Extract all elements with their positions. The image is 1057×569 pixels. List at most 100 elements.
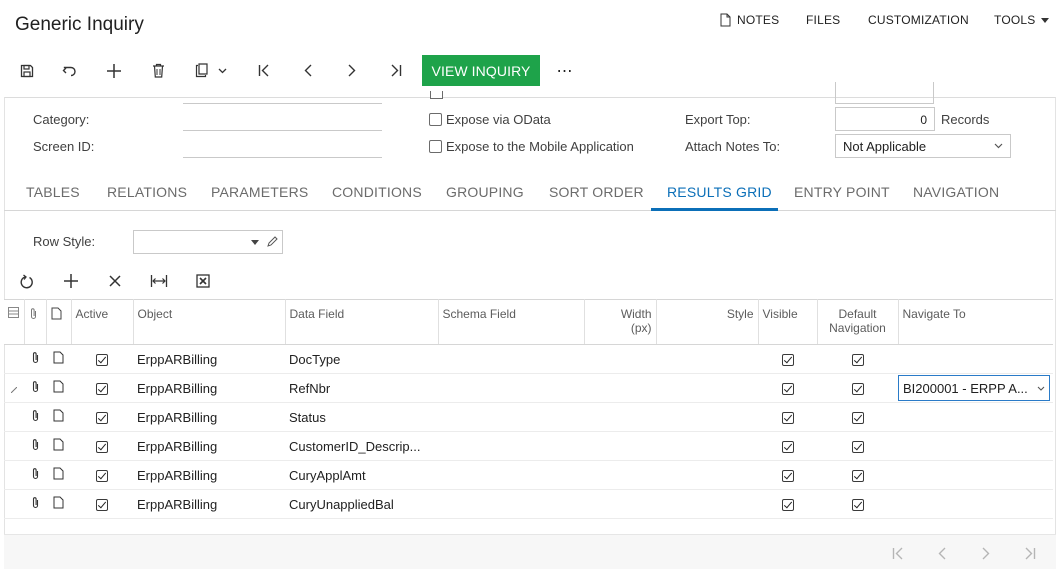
default-navigation-cell[interactable] <box>817 373 898 403</box>
active-cell[interactable] <box>71 431 133 461</box>
active-cell[interactable] <box>71 344 133 374</box>
data-field-cell[interactable]: Status <box>285 402 438 432</box>
style-cell[interactable] <box>656 460 758 490</box>
visible-checkbox[interactable] <box>781 441 794 454</box>
data-field-cell[interactable]: CustomerID_Descrip... <box>285 431 438 461</box>
expose-odata-checkbox[interactable]: Expose via OData <box>429 112 551 127</box>
visible-cell[interactable] <box>758 373 817 403</box>
customization-button[interactable]: CUSTOMIZATION <box>868 13 969 27</box>
navigate-to-cell[interactable] <box>898 402 1053 432</box>
active-cell[interactable] <box>71 489 133 519</box>
row-note[interactable] <box>46 460 71 490</box>
active-checkbox[interactable] <box>96 441 108 454</box>
visible-checkbox[interactable] <box>781 412 794 425</box>
default-navigation-header[interactable]: Default Navigation <box>817 299 899 345</box>
tab-grouping[interactable]: GROUPING <box>446 184 524 200</box>
row-attachment[interactable] <box>24 489 46 519</box>
table-row[interactable]: ErppARBilling DocType <box>4 344 1053 374</box>
tab-relations[interactable]: RELATIONS <box>107 184 187 200</box>
table-row[interactable]: ErppARBilling CuryUnappliedBal <box>4 489 1053 519</box>
fit-columns-button[interactable] <box>147 268 171 294</box>
object-header[interactable]: Object <box>133 299 286 345</box>
delete-button[interactable] <box>145 55 171 86</box>
table-row[interactable]: ErppARBilling RefNbr BI200001 - ERPP A... <box>4 373 1053 403</box>
row-selector[interactable] <box>4 402 24 432</box>
default-navigation-cell[interactable] <box>817 460 898 490</box>
last-record-button[interactable] <box>383 55 409 86</box>
active-header[interactable]: Active <box>71 299 134 345</box>
default-navigation-cell[interactable] <box>817 402 898 432</box>
row-note[interactable] <box>46 431 71 461</box>
schema-field-cell[interactable] <box>438 460 584 490</box>
notes-header[interactable] <box>46 299 72 345</box>
data-field-header[interactable]: Data Field <box>285 299 439 345</box>
export-excel-button[interactable] <box>191 268 215 294</box>
table-row[interactable]: ErppARBilling CuryApplAmt <box>4 460 1053 490</box>
row-note[interactable] <box>46 402 71 432</box>
default-navigation-checkbox[interactable] <box>851 412 864 425</box>
save-button[interactable] <box>14 55 40 86</box>
navigate-to-cell[interactable] <box>898 489 1053 519</box>
active-checkbox[interactable] <box>96 412 108 425</box>
visible-cell[interactable] <box>758 402 817 432</box>
tab-sort-order[interactable]: SORT ORDER <box>549 184 644 200</box>
visible-checkbox[interactable] <box>781 383 794 396</box>
style-cell[interactable] <box>656 402 758 432</box>
pager-previous-button[interactable] <box>932 544 952 562</box>
row-selector[interactable] <box>4 373 24 403</box>
pager-first-button[interactable] <box>888 544 908 562</box>
row-note[interactable] <box>46 489 71 519</box>
visible-checkbox[interactable] <box>781 499 794 512</box>
pager-next-button[interactable] <box>976 544 996 562</box>
visible-cell[interactable] <box>758 460 817 490</box>
width-cell[interactable] <box>584 431 656 461</box>
tab-navigation[interactable]: NAVIGATION <box>913 184 999 200</box>
navigate-to-cell[interactable] <box>898 460 1053 490</box>
more-menu-button[interactable]: ⋯ <box>553 55 577 86</box>
active-cell[interactable] <box>71 460 133 490</box>
delete-row-button[interactable] <box>103 268 127 294</box>
visible-cell[interactable] <box>758 344 817 374</box>
width-cell[interactable] <box>584 402 656 432</box>
navigate-to-header[interactable]: Navigate To <box>898 299 1053 345</box>
add-row-button[interactable] <box>59 268 83 294</box>
tab-conditions[interactable]: CONDITIONS <box>332 184 422 200</box>
width-header[interactable]: Width (px) <box>584 299 657 345</box>
default-navigation-checkbox[interactable] <box>851 470 864 483</box>
export-top-input[interactable]: 0 <box>835 107 935 131</box>
attach-notes-select[interactable]: Not Applicable <box>835 134 1011 158</box>
style-cell[interactable] <box>656 431 758 461</box>
object-cell[interactable]: ErppARBilling <box>133 402 285 432</box>
tab-parameters[interactable]: PARAMETERS <box>211 184 308 200</box>
refresh-button[interactable] <box>15 268 39 294</box>
visible-checkbox[interactable] <box>781 354 794 367</box>
schema-field-cell[interactable] <box>438 489 584 519</box>
active-cell[interactable] <box>71 402 133 432</box>
schema-field-header[interactable]: Schema Field <box>438 299 585 345</box>
default-navigation-cell[interactable] <box>817 489 898 519</box>
schema-field-cell[interactable] <box>438 402 584 432</box>
visible-checkbox[interactable] <box>781 470 794 483</box>
visible-cell[interactable] <box>758 489 817 519</box>
row-style-select[interactable] <box>133 230 283 254</box>
category-field[interactable] <box>183 109 382 131</box>
row-selector-header[interactable] <box>4 299 25 345</box>
object-cell[interactable]: ErppARBilling <box>133 460 285 490</box>
schema-field-cell[interactable] <box>438 373 584 403</box>
row-selector[interactable] <box>4 344 24 374</box>
row-note[interactable] <box>46 373 71 403</box>
navigate-to-cell[interactable] <box>898 344 1053 374</box>
default-navigation-checkbox[interactable] <box>851 499 864 512</box>
active-checkbox[interactable] <box>96 499 108 512</box>
row-selector[interactable] <box>4 489 24 519</box>
schema-field-cell[interactable] <box>438 431 584 461</box>
object-cell[interactable]: ErppARBilling <box>133 344 285 374</box>
row-attachment[interactable] <box>24 431 46 461</box>
table-row[interactable]: ErppARBilling Status <box>4 402 1053 432</box>
width-cell[interactable] <box>584 373 656 403</box>
default-navigation-checkbox[interactable] <box>851 383 864 396</box>
default-navigation-checkbox[interactable] <box>851 354 864 367</box>
style-cell[interactable] <box>656 344 758 374</box>
tab-tables[interactable]: TABLES <box>26 184 80 200</box>
row-attachment[interactable] <box>24 373 46 403</box>
